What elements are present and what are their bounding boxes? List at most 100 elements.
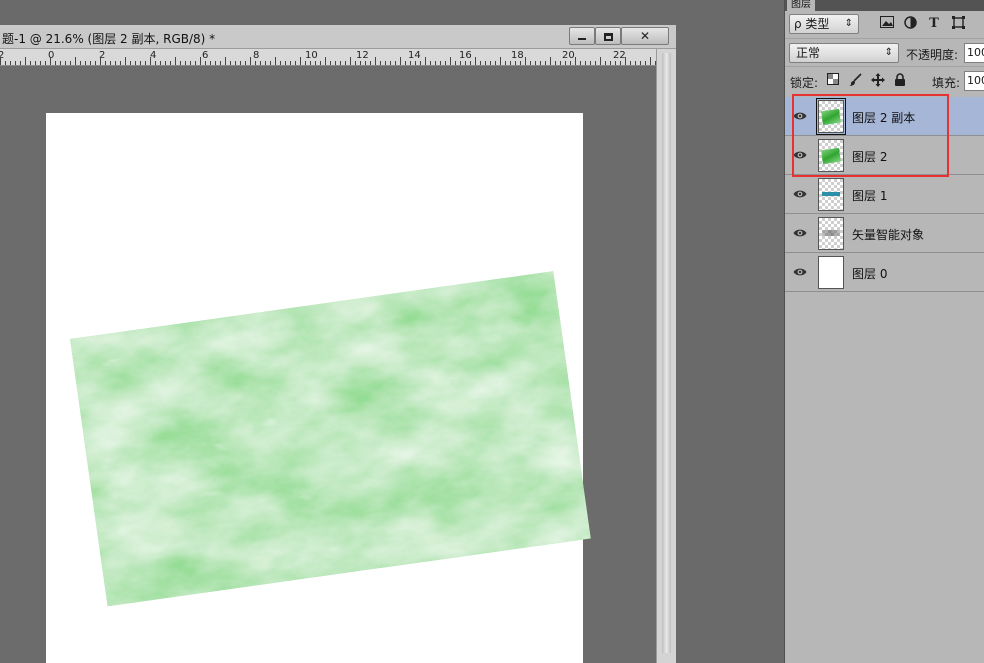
layer-name: 图层 0 [852,267,888,281]
ruler-tick [540,61,541,65]
close-button[interactable]: ✕ [621,27,669,45]
layers-panel: 图层 ρ 类型 ⇕ T 正常 ⇕ 不透明度: 100% 锁定: [784,0,984,663]
scrollbar-thumb[interactable] [662,53,671,653]
ruler-tick [600,57,601,65]
ruler-tick [130,61,131,65]
shape-filter-icon[interactable] [950,16,966,32]
layer-filter-row: ρ 类型 ⇕ T [785,12,984,38]
filter-kind-label: ρ 类型 [794,17,830,31]
layer-row[interactable]: 图层 2 副本 [785,97,984,136]
ruler-tick [550,57,551,65]
lock-all-icon[interactable] [892,73,908,89]
layer-thumbnail[interactable] [816,98,846,135]
ruler-tick [355,61,356,65]
ruler-tick [560,61,561,65]
ruler-label: 6 [202,50,209,61]
fill-label: 填充: [932,76,961,90]
layer-row[interactable]: 图层 2 [785,136,984,175]
blend-row: 正常 ⇕ 不透明度: 100% [785,38,984,66]
ruler-tick [470,61,471,65]
vertical-scrollbar[interactable] [656,49,676,663]
ruler-tick [310,61,311,65]
layer-list: 图层 2 副本图层 2 图层 1 矢量智能对象图层 0 [785,97,984,292]
ruler-tick [415,61,416,65]
ruler-tick [5,61,6,65]
ruler-tick [170,61,171,65]
ruler-tick [340,61,341,65]
visibility-eye-icon[interactable] [793,188,807,200]
ruler-tick [25,57,26,65]
ruler-tick [515,61,516,65]
ruler-tick [350,57,351,65]
ruler-tick [530,61,531,65]
ruler-tick [545,61,546,65]
ruler-tick [315,61,316,65]
ruler-tick [490,61,491,65]
ruler-label: 10 [305,50,318,61]
ruler-tick [375,57,376,65]
document-title-bar[interactable]: 题-1 @ 21.6% (图层 2 副本, RGB/8) * ✕ [0,25,676,49]
opacity-label: 不透明度: [906,48,959,62]
layer-thumbnail[interactable] [818,178,844,211]
ruler-tick [215,61,216,65]
select-arrow-icon: ⇕ [844,18,853,29]
layer-thumbnail[interactable] [818,139,844,172]
ruler-tick [570,61,571,65]
ruler-tick [280,61,281,65]
ruler-tick [255,61,256,65]
ruler-tick [360,61,361,65]
ruler-tick [300,57,301,65]
thumbnail-content [822,230,840,236]
ruler-tick [165,61,166,65]
canvas-area[interactable] [0,66,656,663]
ruler-tick [575,57,576,65]
ruler-tick [400,57,401,65]
visibility-eye-icon[interactable] [793,227,807,239]
layer-name: 图层 2 副本 [852,111,916,125]
lock-transparency-icon[interactable] [825,73,841,89]
layer-row[interactable]: 图层 0 [785,253,984,292]
ruler-tick [125,57,126,65]
ruler-tick [40,61,41,65]
ruler-tick [150,57,151,65]
ruler-tick [110,61,111,65]
ruler-tick [430,61,431,65]
ruler-tick [205,61,206,65]
adjustment-filter-icon[interactable] [902,16,918,32]
image-filter-icon[interactable] [879,16,895,32]
ruler-label: 8 [253,50,260,61]
ruler-tick [425,57,426,65]
ruler-tick [640,61,641,65]
ruler-tick [95,61,96,65]
ruler-tick [145,61,146,65]
visibility-eye-icon[interactable] [793,110,807,122]
lock-position-icon[interactable] [870,73,886,89]
fill-input[interactable]: 100% [964,71,984,91]
visibility-eye-icon[interactable] [793,266,807,278]
horizontal-ruler[interactable]: 20246810121416182022 [0,49,656,66]
tab-layers[interactable]: 图层 [787,0,815,11]
ruler-tick [250,57,251,65]
ruler-tick [435,61,436,65]
maximize-button[interactable] [595,27,621,45]
ruler-tick [495,61,496,65]
ruler-tick [485,61,486,65]
ruler-tick [650,57,651,65]
ruler-tick [105,61,106,65]
visibility-eye-icon[interactable] [793,149,807,161]
layer-thumbnail[interactable] [818,256,844,289]
opacity-input[interactable]: 100% [964,43,984,63]
layer-row[interactable]: 矢量智能对象 [785,214,984,253]
ruler-tick [285,61,286,65]
minimize-button[interactable] [569,27,595,45]
type-filter-icon[interactable]: T [926,16,942,32]
filter-kind-select[interactable]: ρ 类型 ⇕ [789,14,859,34]
ruler-tick [610,61,611,65]
thumbnail-content [821,147,841,165]
layer-thumbnail[interactable] [818,217,844,250]
blend-mode-select[interactable]: 正常 ⇕ [789,43,899,63]
lock-paint-icon[interactable] [847,73,863,89]
ruler-tick [450,57,451,65]
layer-row[interactable]: 图层 1 [785,175,984,214]
ruler-tick [420,61,421,65]
